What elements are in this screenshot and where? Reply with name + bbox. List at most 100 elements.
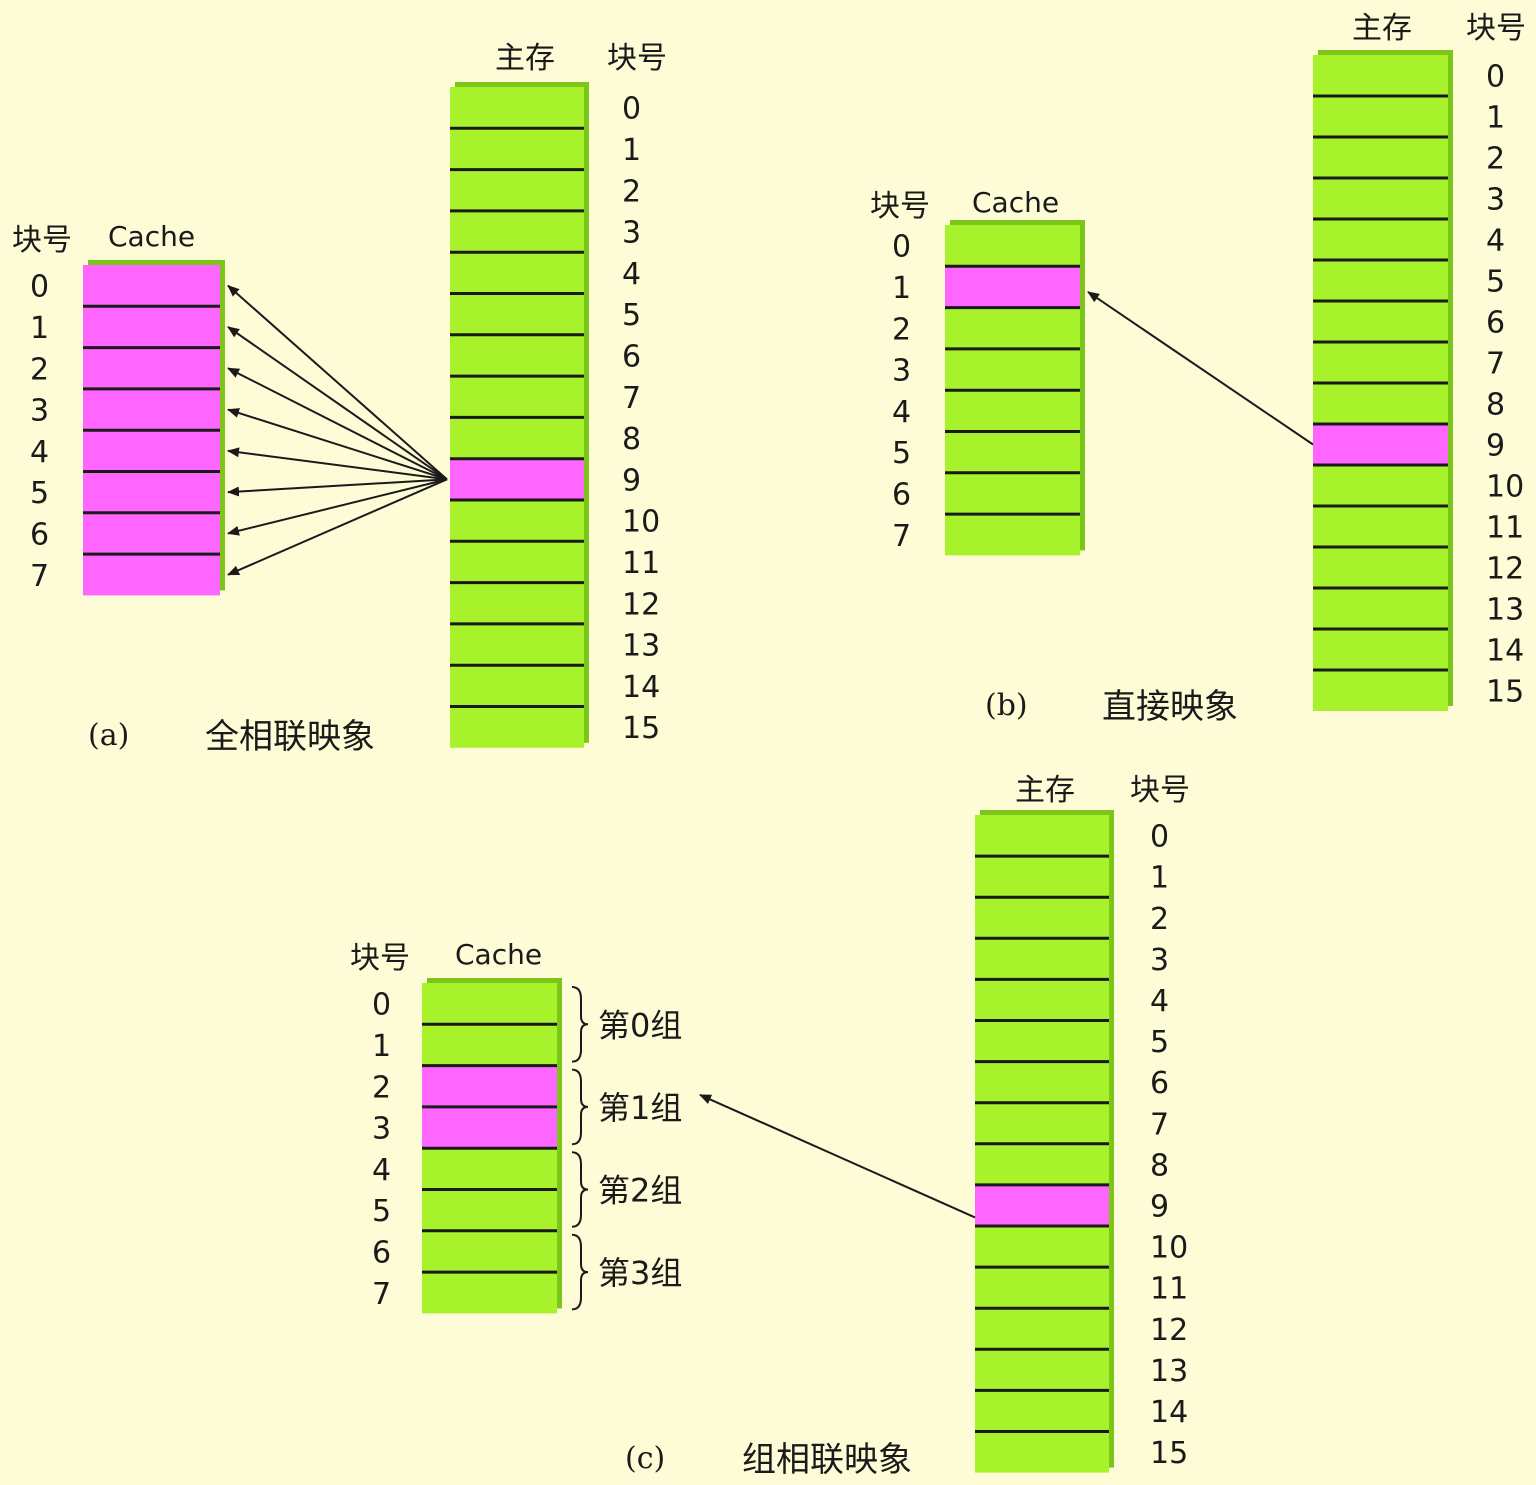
- panel-b-memory-block-10: [1313, 465, 1448, 506]
- panel-a-memory-block-number-0: 0: [622, 92, 641, 127]
- panel-c-memory-block-8: [975, 1143, 1109, 1185]
- panel-b-memory-block-number-6: 6: [1486, 306, 1505, 341]
- panel-b-memory-block-2: [1313, 137, 1448, 178]
- panel-b-memory-block-number-9: 9: [1486, 429, 1505, 464]
- panel-a-memory-block-number-8: 8: [622, 422, 641, 457]
- panel-c-memory-block-7: [975, 1102, 1109, 1144]
- panel-a-memory-block-number-7: 7: [622, 381, 641, 416]
- panel-a-memory-block-14: [450, 665, 584, 707]
- panel-a-memory-block-number-header: 块号: [607, 41, 667, 76]
- panel-c-cache-block-number-6: 6: [372, 1235, 391, 1270]
- panel-c-cache-block-number-5: 5: [372, 1194, 391, 1229]
- panel-a-memory-block-number-13: 13: [622, 629, 660, 664]
- panel-a-memory-block-1: [450, 128, 584, 170]
- panel-a-memory-block-number-4: 4: [622, 257, 641, 292]
- panel-c-memory-block-number-2: 2: [1150, 902, 1169, 937]
- panel-c-memory-block-9-highlighted: [975, 1184, 1109, 1226]
- panel-a-cache-block-number-2: 2: [30, 352, 49, 387]
- panel-a-arrow-to-cache-4: [227, 447, 448, 481]
- panel-a-cache-block-number-header: 块号: [12, 223, 72, 258]
- panel-a-cache-block-4-highlighted: [83, 430, 220, 472]
- panel-a-memory-block-number-2: 2: [622, 174, 641, 209]
- panel-c-memory-block-0: [975, 815, 1109, 857]
- panel-a-mapping-arrows: [227, 284, 448, 576]
- panel-a-main-memory: 0123456789101112131415: [450, 82, 660, 748]
- panel-c-memory-block-number-4: 4: [1150, 984, 1169, 1019]
- panel-a-memory-block-13: [450, 623, 584, 666]
- panel-a-arrow-to-cache-6: [227, 478, 448, 536]
- panel-a-cache-block-number-5: 5: [30, 476, 49, 511]
- panel-c-cache-block-7: [422, 1272, 557, 1314]
- panel-a-label: (a): [88, 718, 129, 753]
- panel-c-title: 组相联映象: [742, 1440, 912, 1480]
- panel-a-cache-block-number-7: 7: [30, 559, 49, 594]
- panel-a-main-memory-header: 主存: [495, 41, 555, 76]
- panel-c-groups: 第0组第1组第2组第3组: [571, 986, 682, 1311]
- panel-a-memory-block-number-10: 10: [622, 505, 660, 540]
- panel-b-cache-header: Cache: [972, 186, 1059, 219]
- panel-c-memory-block-number-7: 7: [1150, 1107, 1169, 1142]
- panel-c-memory-block-number-6: 6: [1150, 1066, 1169, 1101]
- panel-a-cache-block-number-1: 1: [30, 311, 49, 346]
- panel-a-cache-block-5-highlighted: [83, 471, 220, 513]
- panel-c-main-memory: 0123456789101112131415: [975, 810, 1188, 1473]
- panel-a-cache: 0 1 2 3 4 5 6 7: [30, 260, 225, 596]
- panel-a-cache-block-number-6: 6: [30, 517, 49, 552]
- panel-b-memory-block-number-2: 2: [1486, 142, 1505, 177]
- panel-b-cache-block-number-4: 4: [892, 395, 911, 430]
- panel-c-memory-block-11: [975, 1267, 1109, 1309]
- panel-a-memory-block-number-3: 3: [622, 216, 641, 251]
- panel-b-cache-block-3: [945, 348, 1080, 391]
- panel-b-memory-block-6: [1313, 301, 1448, 342]
- panel-c-memory-block-number-header: 块号: [1130, 773, 1190, 808]
- panel-b-memory-block-number-8: 8: [1486, 388, 1505, 423]
- panel-a-arrow-to-cache-5: [227, 478, 448, 497]
- panel-b-memory-block-number-1: 1: [1486, 101, 1505, 136]
- panel-b-cache: 0 1 2 3 4 5 6 7: [892, 220, 1085, 556]
- panel-c-memory-block-number-13: 13: [1150, 1354, 1188, 1389]
- panel-c-memory-block-4: [975, 979, 1109, 1021]
- panel-c-memory-block-14: [975, 1390, 1109, 1432]
- panel-a-arrow-to-cache-3: [227, 408, 448, 481]
- panel-b-memory-block-14: [1313, 629, 1448, 670]
- panel-c-cache-block-5: [422, 1189, 557, 1231]
- panel-c-group-brace-2: [571, 1151, 589, 1228]
- panel-b-memory-block-5: [1313, 260, 1448, 301]
- panel-a-memory-block-number-9: 9: [622, 463, 641, 498]
- panel-b-direct-mapped: 主存 块号 块号 Cache 0123456789101112131415 01…: [870, 11, 1526, 727]
- panel-c-memory-block-number-9: 9: [1150, 1189, 1169, 1224]
- panel-a-arrow-to-cache-7: [227, 478, 448, 576]
- panel-c-memory-block-13: [975, 1349, 1109, 1391]
- panel-c-cache-block-4: [422, 1148, 557, 1190]
- panel-b-cache-block-number-2: 2: [892, 312, 911, 347]
- panel-b-memory-block-number-10: 10: [1486, 470, 1524, 505]
- panel-a-memory-block-2: [450, 169, 584, 211]
- panel-a-cache-block-0-highlighted: [83, 265, 220, 307]
- panel-c-memory-block-1: [975, 856, 1109, 898]
- panel-b-memory-block-9-highlighted: [1313, 424, 1448, 465]
- panel-b-cache-block-number-header: 块号: [870, 189, 930, 224]
- cache-mapping-diagram: 主存 块号 块号 Cache 0123456789101112131415 01…: [12, 11, 1526, 1480]
- panel-a-memory-block-0: [450, 87, 584, 129]
- panel-b-memory-block-number-13: 13: [1486, 593, 1524, 628]
- panel-b-memory-block-15: [1313, 670, 1448, 711]
- panel-a-memory-block-5: [450, 293, 584, 335]
- panel-b-memory-block-number-7: 7: [1486, 347, 1505, 382]
- panel-b-memory-block-11: [1313, 506, 1448, 547]
- panel-b-cache-block-number-0: 0: [892, 230, 911, 265]
- panel-a-memory-block-number-5: 5: [622, 298, 641, 333]
- panel-b-cache-block-0: [945, 225, 1080, 267]
- panel-b-cache-block-1-highlighted: [945, 266, 1080, 308]
- panel-a-memory-block-4: [450, 252, 584, 294]
- panel-b-memory-block-number-0: 0: [1486, 60, 1505, 95]
- panel-a-cache-block-3-highlighted: [83, 388, 220, 431]
- panel-c-cache-block-number-header: 块号: [350, 941, 410, 976]
- panel-c-memory-block-3: [975, 938, 1109, 980]
- panel-a-memory-block-3: [450, 210, 584, 253]
- panel-b-memory-block-3: [1313, 178, 1448, 219]
- panel-a-cache-block-2-highlighted: [83, 347, 220, 389]
- panel-a-memory-block-6: [450, 334, 584, 377]
- panel-c-memory-block-number-0: 0: [1150, 820, 1169, 855]
- panel-a-cache-block-number-4: 4: [30, 435, 49, 470]
- panel-a-arrow-to-cache-1: [227, 326, 448, 481]
